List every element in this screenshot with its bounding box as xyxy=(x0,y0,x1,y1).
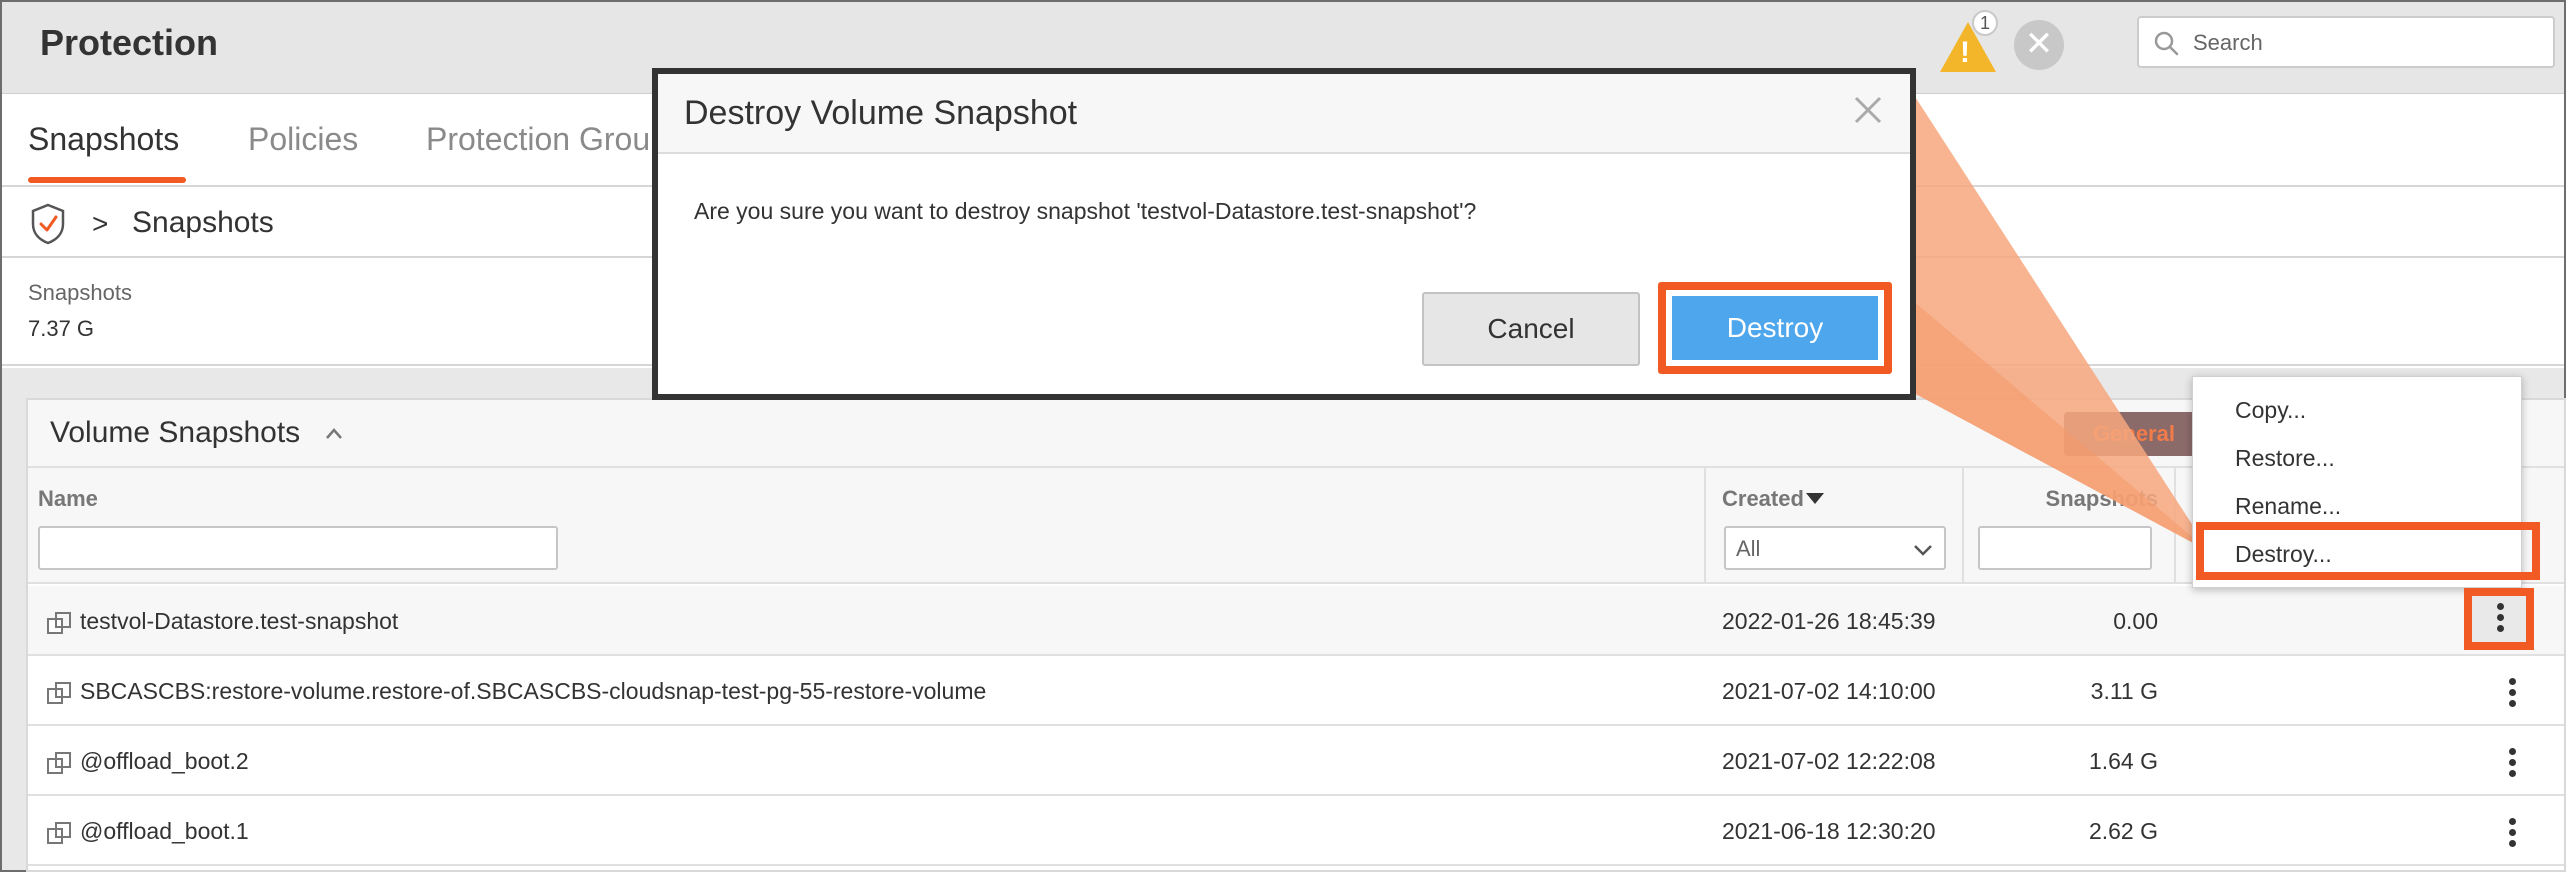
table-row[interactable]: @offload_boot.1 2021-06-18 12:30:20 2.62… xyxy=(28,796,2564,866)
row-size: 3.11 G xyxy=(2090,678,2158,704)
tab-policies[interactable]: Policies xyxy=(248,121,358,158)
search-icon xyxy=(2154,31,2179,56)
alert-count-badge: 1 xyxy=(1972,10,1998,36)
shield-check-icon[interactable] xyxy=(28,202,68,246)
row-name: testvol-Datastore.test-snapshot xyxy=(80,608,399,634)
cancel-button[interactable]: Cancel xyxy=(1422,292,1640,366)
menu-item-restore[interactable]: Restore... xyxy=(2235,445,2335,472)
row-created: 2021-06-18 12:30:20 xyxy=(1722,818,1936,844)
destroy-snapshot-dialog: Destroy Volume Snapshot Are you sure you… xyxy=(652,68,1916,400)
snapshot-icon xyxy=(47,682,71,704)
panel-header: Volume Snapshots General xyxy=(28,400,2564,468)
snapshot-icon xyxy=(47,752,71,774)
page-title: Protection xyxy=(40,22,219,63)
column-created-label: Created xyxy=(1722,486,1804,511)
destroy-button[interactable]: Destroy xyxy=(1672,296,1878,360)
tab-snapshots[interactable]: Snapshots xyxy=(28,121,179,158)
tab-protection-groups[interactable]: Protection Grou xyxy=(426,121,650,158)
row-name: @offload_boot.1 xyxy=(80,818,249,844)
column-snapshots[interactable]: Snapshots xyxy=(2038,486,2158,512)
active-row-kebab-button[interactable] xyxy=(2464,588,2534,650)
column-header-row: Name Created All Snapshots xyxy=(28,468,2564,584)
destroy-menu-highlight xyxy=(2196,522,2540,580)
kebab-icon xyxy=(2485,599,2515,639)
volume-snapshots-panel: Volume Snapshots General Name Created Al… xyxy=(26,398,2566,872)
breadcrumb-separator: > xyxy=(92,208,109,239)
breadcrumb-current: Snapshots xyxy=(132,206,274,239)
search-box xyxy=(2137,16,2555,68)
snapshots-filter-input[interactable] xyxy=(1978,526,2152,570)
created-filter-select[interactable]: All xyxy=(1724,526,1946,570)
row-created: 2021-07-02 14:10:00 xyxy=(1722,678,1936,704)
chevron-up-icon[interactable] xyxy=(324,424,344,444)
row-created: 2021-07-02 12:22:08 xyxy=(1722,748,1936,774)
snapshot-icon xyxy=(47,822,71,844)
column-name[interactable]: Name xyxy=(38,486,98,512)
sort-desc-icon xyxy=(1805,493,1824,504)
summary-label: Snapshots xyxy=(28,280,132,305)
table-row[interactable]: testvol-Datastore.test-snapshot 2022-01-… xyxy=(28,586,2564,656)
row-size: 2.62 G xyxy=(2088,818,2158,844)
search-input[interactable] xyxy=(2193,26,2543,60)
row-size: 1.64 G xyxy=(2088,748,2158,774)
close-icon[interactable] xyxy=(1846,88,1890,132)
column-created[interactable]: Created xyxy=(1722,486,1824,512)
row-actions-kebab-icon[interactable] xyxy=(2494,672,2530,712)
column-divider xyxy=(1704,468,1706,584)
alerts-button[interactable]: ! 1 xyxy=(1938,10,1998,72)
chevron-down-icon xyxy=(1914,545,1932,556)
row-name: SBCASCBS:restore-volume.restore-of.SBCAS… xyxy=(80,678,987,704)
column-divider xyxy=(2174,468,2176,584)
panel-title: Volume Snapshots xyxy=(50,416,301,449)
summary-value: 7.37 G xyxy=(28,316,95,341)
name-filter-input[interactable] xyxy=(38,526,558,570)
snapshot-icon xyxy=(47,612,71,634)
general-view-button[interactable]: General xyxy=(2064,412,2204,456)
warning-exclamation: ! xyxy=(1960,36,1970,69)
menu-item-rename[interactable]: Rename... xyxy=(2235,493,2341,520)
row-created: 2022-01-26 18:45:39 xyxy=(1722,608,1936,634)
active-tab-indicator xyxy=(28,177,186,183)
menu-item-copy[interactable]: Copy... xyxy=(2235,397,2306,424)
table-row[interactable]: @offload_boot.2 2021-07-02 12:22:08 1.64… xyxy=(28,726,2564,796)
dismiss-alerts-icon[interactable]: ✕ xyxy=(2014,20,2064,70)
created-filter-value: All xyxy=(1736,536,1761,561)
row-size: 0.00 xyxy=(2113,608,2158,634)
column-divider xyxy=(1962,468,1964,584)
row-actions-kebab-icon[interactable] xyxy=(2494,742,2530,782)
row-name: @offload_boot.2 xyxy=(80,748,249,774)
row-actions-kebab-icon[interactable] xyxy=(2494,812,2530,852)
dialog-header: Destroy Volume Snapshot xyxy=(658,74,1910,154)
dialog-title: Destroy Volume Snapshot xyxy=(684,94,1078,132)
table-row[interactable]: SBCASCBS:restore-volume.restore-of.SBCAS… xyxy=(28,656,2564,726)
dialog-message: Are you sure you want to destroy snapsho… xyxy=(694,198,1477,224)
